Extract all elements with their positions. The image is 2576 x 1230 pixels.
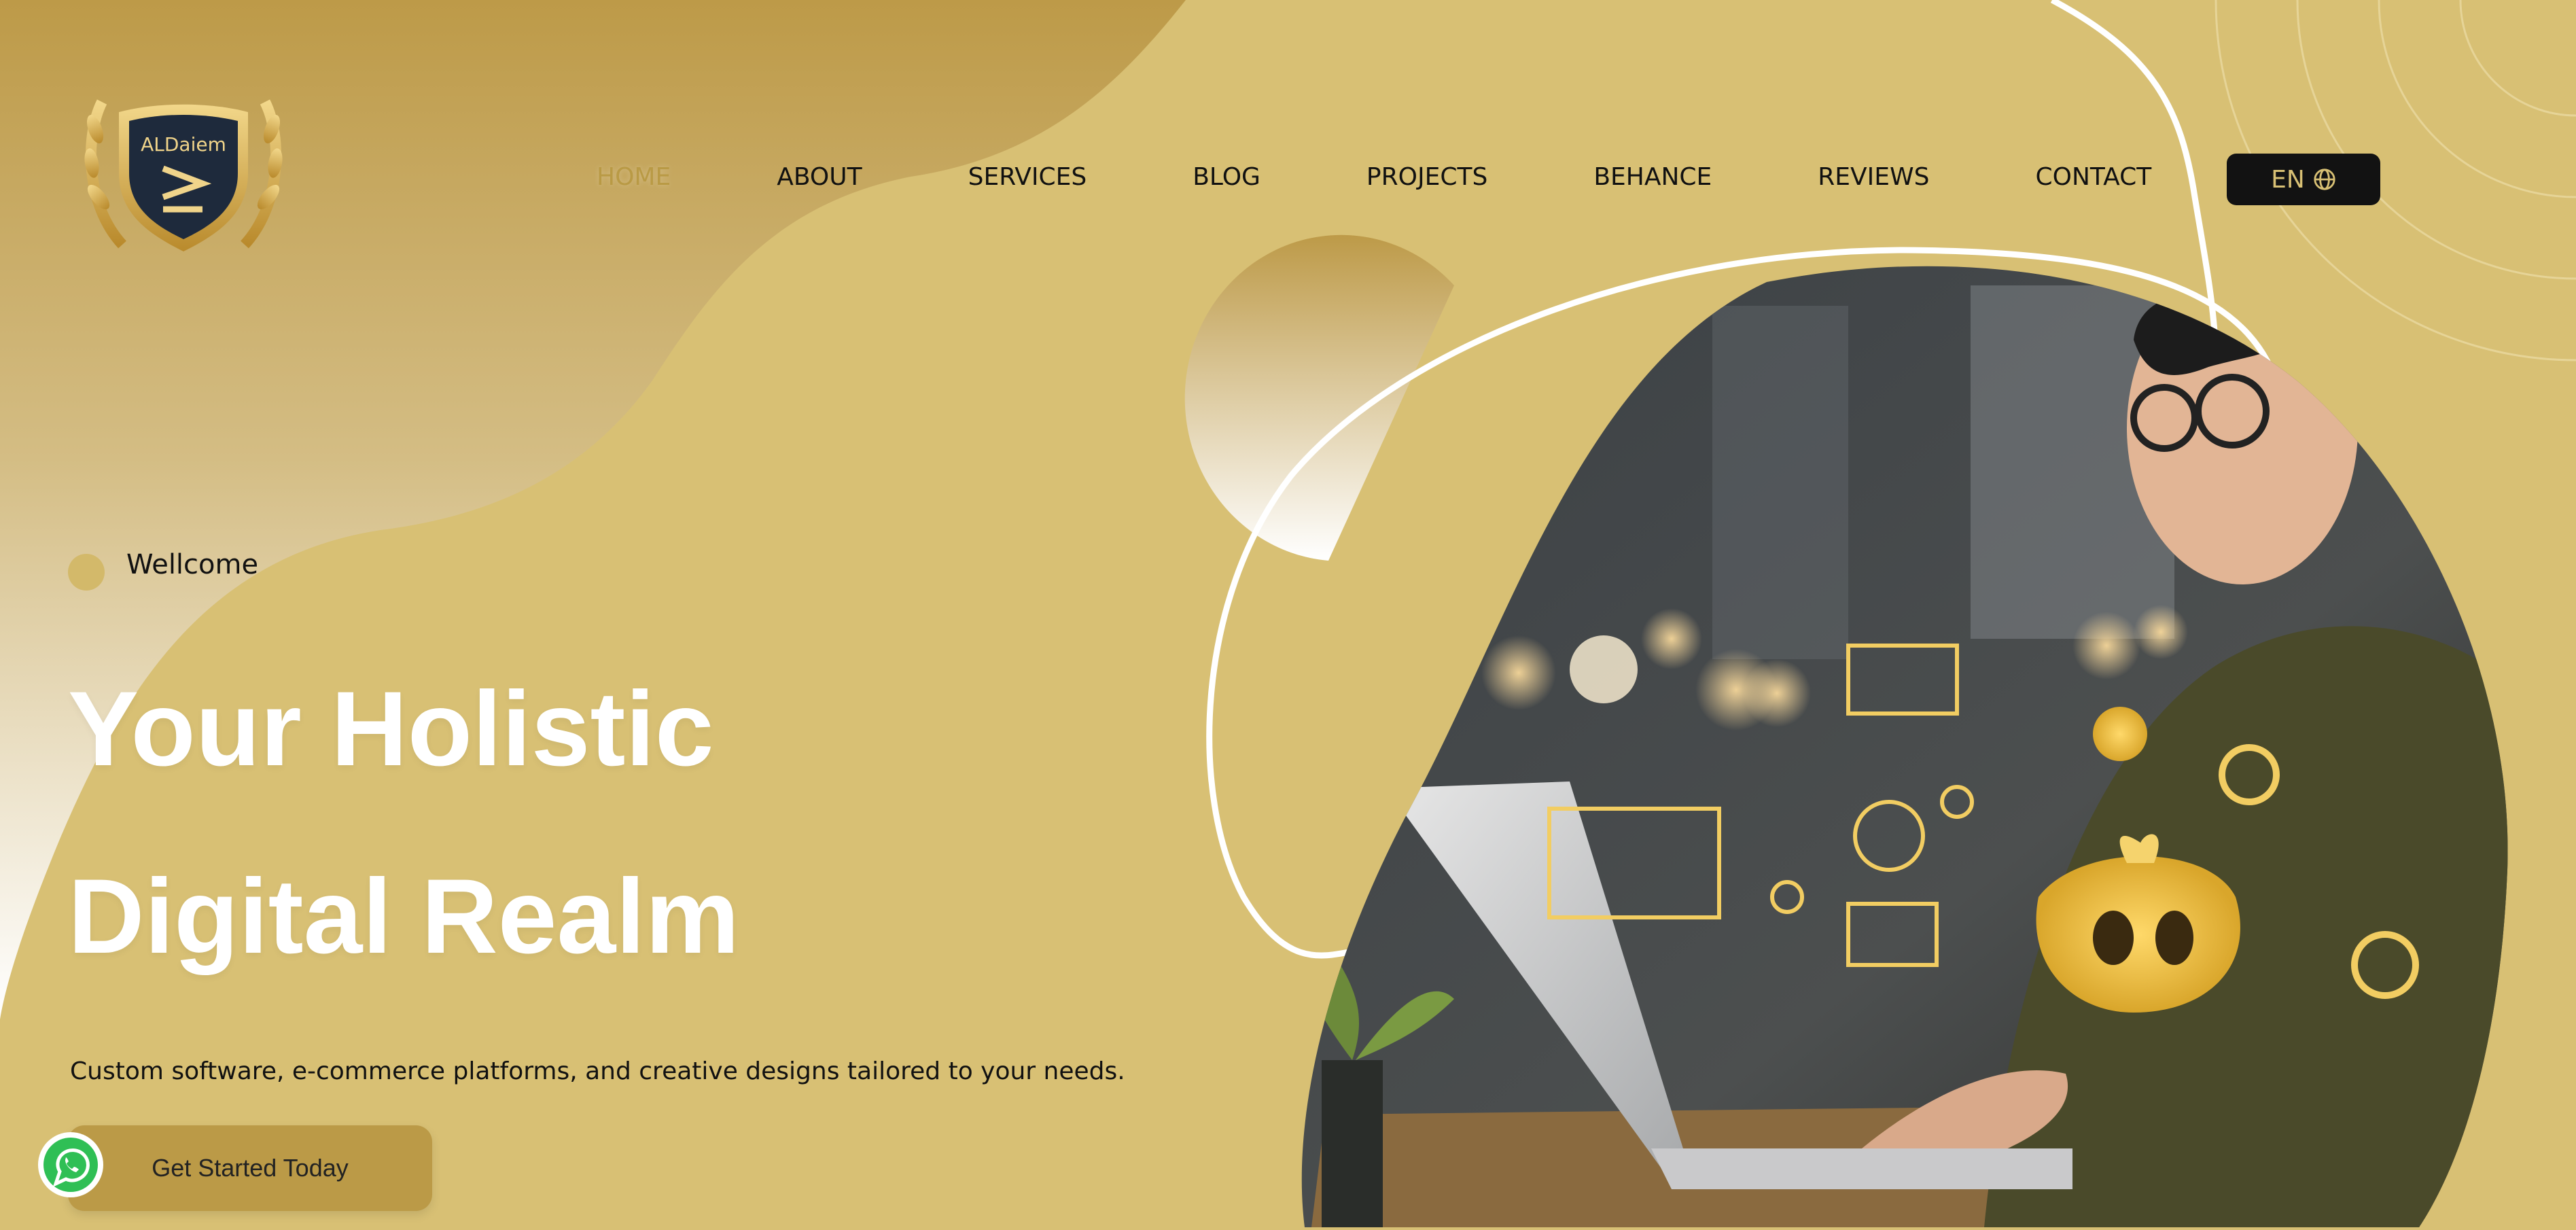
- nav-reviews[interactable]: REVIEWS: [1765, 163, 1982, 191]
- get-started-button[interactable]: Get Started Today: [68, 1125, 432, 1211]
- nav-projects[interactable]: PROJECTS: [1313, 163, 1540, 191]
- top-navigation: ALDaiem HOME ABOUT SERVICES BLOG PROJECT…: [0, 0, 2576, 353]
- get-started-label: Get Started Today: [152, 1154, 349, 1182]
- shield-logo-icon: ALDaiem: [84, 99, 283, 251]
- nav-behance[interactable]: BEHANCE: [1540, 163, 1765, 191]
- headline-line-1: Your Holistic: [68, 670, 714, 788]
- headline-line-2: Digital Realm: [68, 858, 740, 976]
- welcome-dot: [68, 554, 105, 591]
- nav-services[interactable]: SERVICES: [915, 163, 1140, 191]
- svg-text:ALDaiem: ALDaiem: [141, 133, 226, 156]
- nav-about[interactable]: ABOUT: [724, 163, 915, 191]
- language-selector-button[interactable]: EN: [2227, 154, 2380, 205]
- main-menu: HOME ABOUT SERVICES BLOG PROJECTS BEHANC…: [544, 156, 2204, 197]
- language-label: EN: [2271, 165, 2305, 194]
- nav-blog[interactable]: BLOG: [1140, 163, 1313, 191]
- globe-icon: [2314, 169, 2335, 190]
- welcome-label: Wellcome: [126, 549, 259, 580]
- hero-headline: Your Holistic Digital Realm: [68, 635, 739, 1011]
- hero-subtext: Custom software, e-commerce platforms, a…: [70, 1057, 1125, 1085]
- nav-contact[interactable]: CONTACT: [1982, 163, 2204, 191]
- whatsapp-icon[interactable]: [35, 1129, 106, 1200]
- nav-home[interactable]: HOME: [544, 163, 724, 191]
- brand-logo[interactable]: ALDaiem: [82, 88, 285, 265]
